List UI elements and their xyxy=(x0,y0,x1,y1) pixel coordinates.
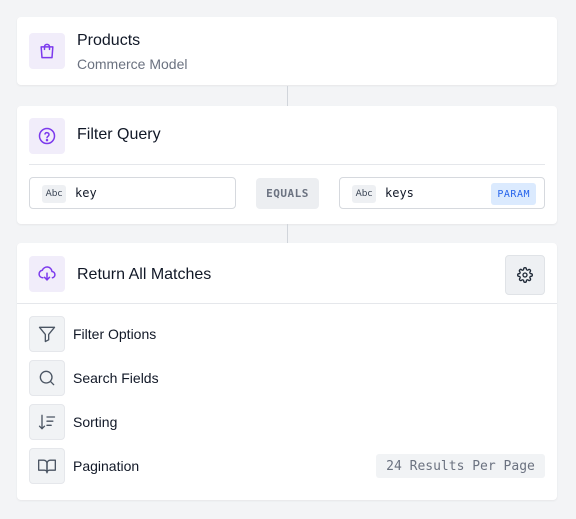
settings-button[interactable] xyxy=(505,255,545,295)
option-filter-options[interactable]: Filter Options xyxy=(73,326,156,342)
option-search-fields[interactable]: Search Fields xyxy=(73,370,159,386)
option-pagination[interactable]: Pagination xyxy=(73,458,139,474)
help-circle-icon xyxy=(29,118,65,154)
filter-icon[interactable] xyxy=(29,316,65,352)
param-badge[interactable]: PARAM xyxy=(491,183,536,205)
connector-line xyxy=(287,86,288,106)
option-sorting[interactable]: Sorting xyxy=(73,414,117,430)
search-icon[interactable] xyxy=(29,360,65,396)
divider xyxy=(17,303,557,304)
sort-icon[interactable] xyxy=(29,404,65,440)
book-icon[interactable] xyxy=(29,448,65,484)
source-card[interactable]: Products Commerce Model xyxy=(17,17,557,85)
gear-icon xyxy=(517,267,533,283)
connector-line xyxy=(287,224,288,243)
text-type-badge: Abc xyxy=(352,185,376,203)
filter-right-value: keys xyxy=(385,186,414,200)
pagination-value[interactable]: 24 Results Per Page xyxy=(376,454,545,478)
filter-left-value: key xyxy=(75,186,97,200)
source-title: Products xyxy=(77,32,141,49)
divider xyxy=(29,164,545,165)
filter-left-field[interactable]: Abc key xyxy=(29,177,236,209)
filter-title: Filter Query xyxy=(77,126,161,143)
source-subtitle: Commerce Model xyxy=(77,56,188,72)
filter-right-field[interactable]: Abc keys PARAM xyxy=(339,177,545,209)
download-cloud-icon xyxy=(29,256,65,292)
shopping-bag-icon xyxy=(29,33,65,69)
result-title: Return All Matches xyxy=(77,266,212,283)
text-type-badge: Abc xyxy=(42,185,66,203)
operator-button[interactable]: EQUALS xyxy=(256,178,319,209)
